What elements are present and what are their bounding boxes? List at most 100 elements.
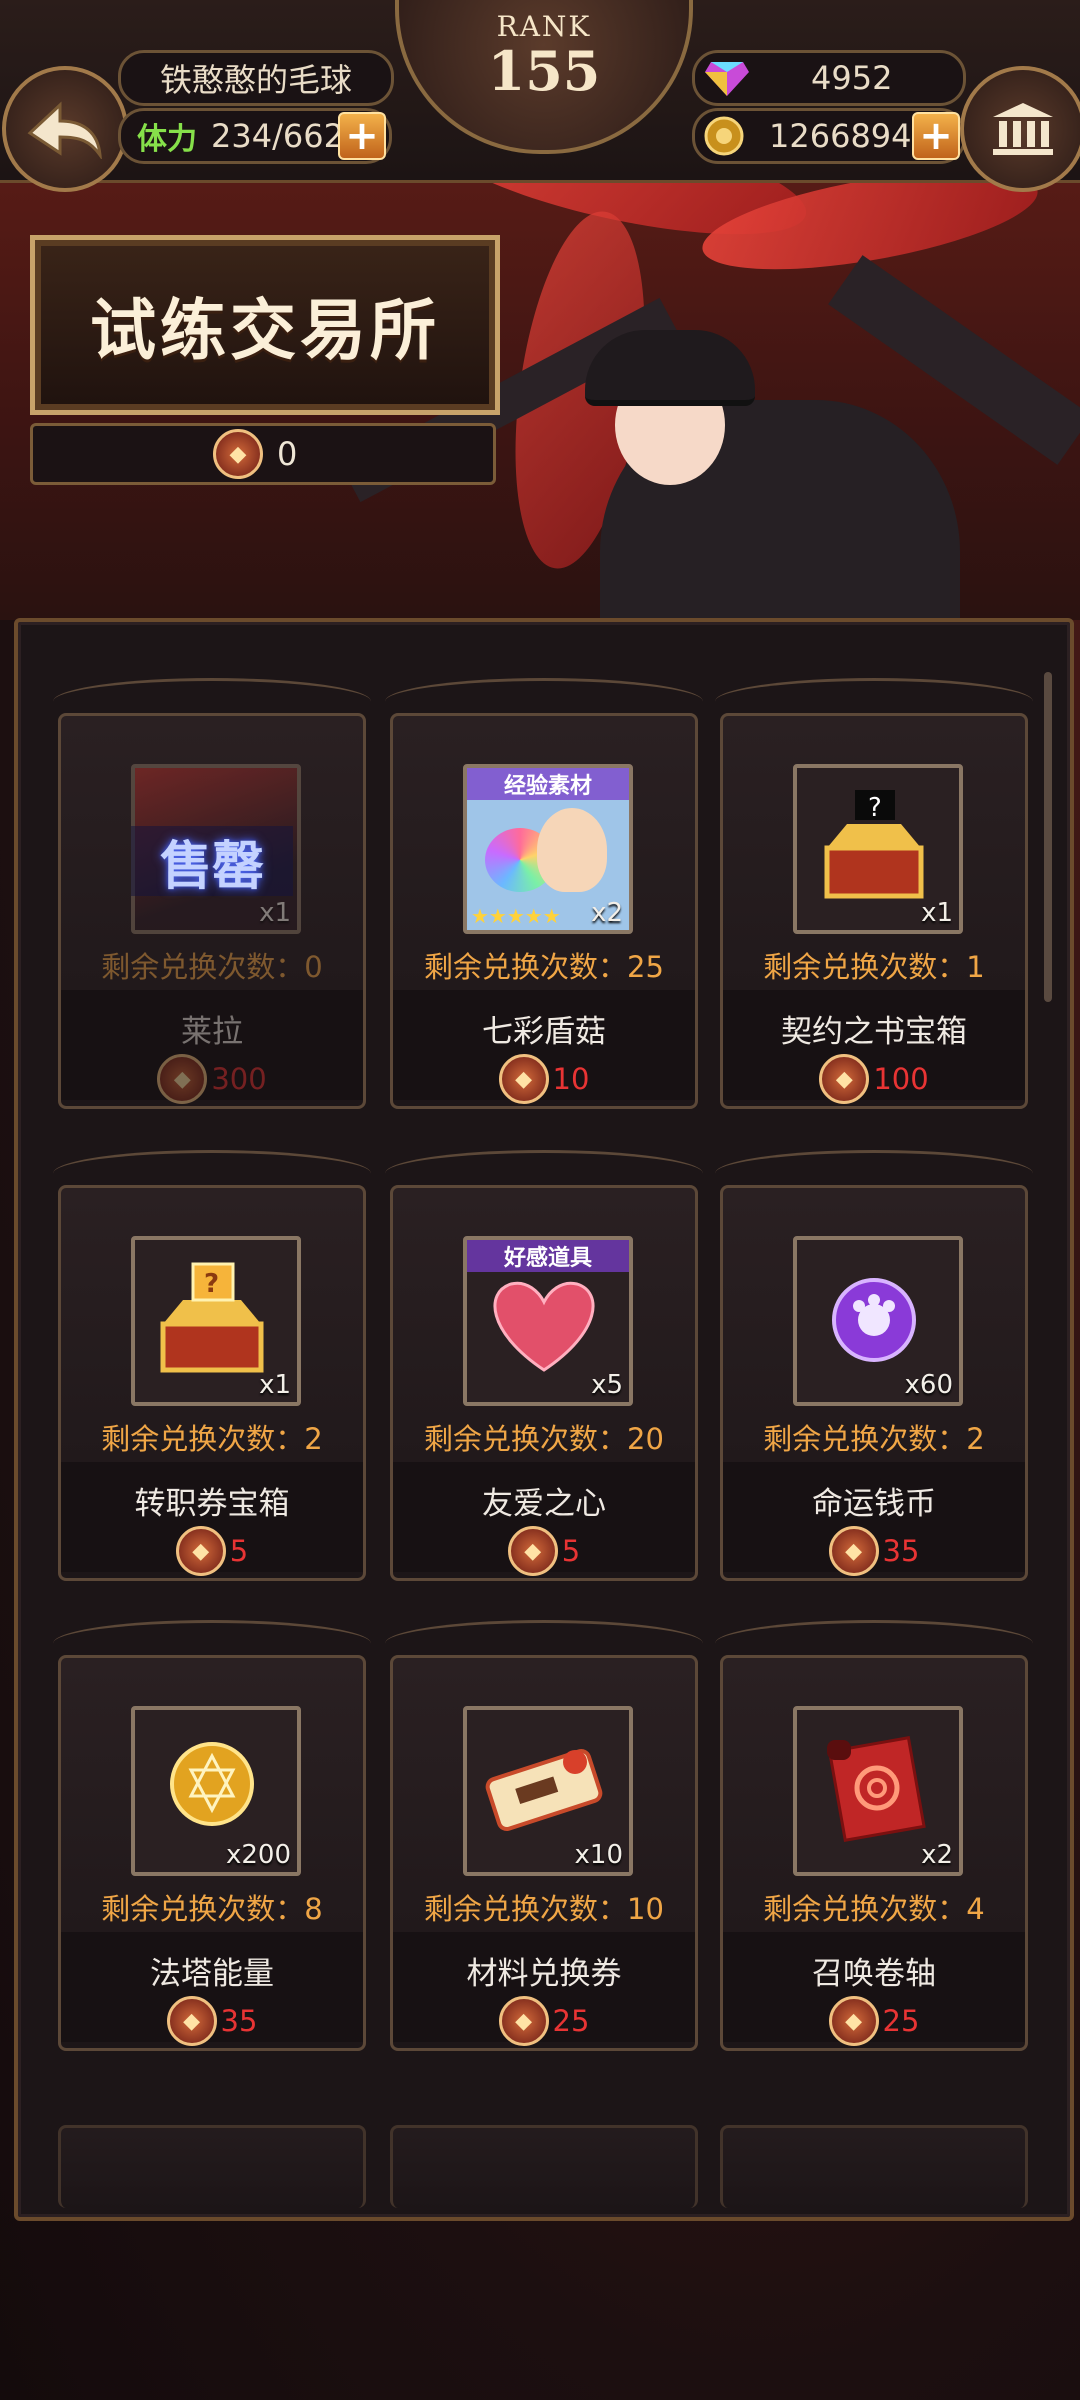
purple-coin-icon: x60 [793,1236,963,1406]
mystery-chest-gold-icon: ? x1 [131,1236,301,1406]
item-stars: ★★★★★ [471,904,561,928]
trial-token-icon: ◆ [175,1526,226,1576]
museum-button[interactable] [960,66,1080,192]
trial-token-icon: ◆ [213,429,263,479]
add-gold-button[interactable]: + [912,112,960,160]
remaining-exchanges: 剩余兑换次数：10 [424,1892,664,1926]
trial-token-icon: ◆ [507,1526,558,1576]
trial-token-icon: ◆ [498,1996,549,2046]
sold-out-stamp: 售罄 [131,826,293,897]
remaining-exchanges: 剩余兑换次数：4 [763,1892,985,1926]
price-row: ◆ 5 [393,1526,695,1576]
card-ornament [53,678,371,725]
card-ornament [715,1620,1033,1667]
trial-token-icon: ◆ [498,1054,549,1104]
gold-coin-icon [704,116,744,156]
item-quantity: x200 [225,1840,291,1870]
gem-icon [705,62,749,96]
trial-token-icon: ◆ [819,1054,870,1104]
add-stamina-button[interactable]: + [338,112,386,160]
item-price: 300 [211,1062,267,1096]
item-name: 法塔能量 [150,1956,274,1992]
ticket-icon: x10 [463,1706,633,1876]
item-name: 友爱之心 [482,1486,606,1522]
gem-counter: 4952 [692,50,966,106]
item-name: 召唤卷轴 [812,1956,936,1992]
item-badge: 经验素材 [467,768,629,800]
card-ornament [53,1150,371,1197]
item-quantity: x10 [574,1840,623,1870]
shop-item-card[interactable]: x200 剩余兑换次数：8 法塔能量 ◆ 35 [53,1620,371,2051]
price-row: ◆ 35 [723,1526,1025,1576]
gem-amount: 4952 [811,59,893,97]
remaining-exchanges: 剩余兑换次数：20 [424,1422,664,1456]
player-name-plate: 铁憨憨的毛球 [118,50,394,106]
scrollbar[interactable] [1044,672,1052,1002]
item-price: 100 [873,1062,929,1096]
card-ornament [385,678,703,725]
trial-token-icon: ◆ [166,1996,217,2046]
shop-item-card[interactable]: 经验素材 ★★★★★ x2 剩余兑换次数：25 七彩盾菇 ◆ 10 [385,678,703,1109]
gold-orb-icon: x200 [131,1706,301,1876]
item-price: 5 [561,1534,581,1568]
trial-token-icon: ◆ [828,1526,879,1576]
item-name: 莱拉 [181,1014,243,1050]
museum-building-icon [993,103,1053,155]
svg-text:?: ? [204,1269,219,1299]
item-name: 转职券宝箱 [134,1486,290,1522]
shop-item-card[interactable]: 好感道具 x5 剩余兑换次数：20 友爱之心 ◆ 5 [385,1150,703,1581]
item-quantity: x2 [921,1840,953,1870]
stamina-value: 234/662 [211,117,344,155]
price-row: ◆ 300 [61,1054,363,1104]
back-arrow-icon [27,101,102,159]
trial-token-icon: ◆ [828,1996,879,2046]
remaining-exchanges: 剩余兑换次数：1 [763,950,985,984]
item-quantity: x5 [591,1370,623,1400]
card-ornament [385,1620,703,1667]
shop-item-card[interactable]: x10 剩余兑换次数：10 材料兑换券 ◆ 25 [385,1620,703,2051]
item-name: 七彩盾菇 [482,1014,606,1050]
item-name: 材料兑换券 [466,1956,622,1992]
price-row: ◆ 35 [61,1996,363,2046]
shop-item-card[interactable]: x60 剩余兑换次数：2 命运钱币 ◆ 35 [715,1150,1033,1581]
shop-item-card-partial[interactable] [390,2125,698,2208]
item-price: 10 [552,1062,590,1096]
item-quantity: x1 [259,898,291,928]
trial-token-counter: ◆ 0 [30,423,496,485]
price-row: ◆ 5 [61,1526,363,1576]
red-scroll-icon: x2 [793,1706,963,1876]
item-price: 25 [882,2004,920,2038]
remaining-exchanges: 剩余兑换次数：2 [101,1422,323,1456]
item-badge: 好感道具 [467,1240,629,1272]
shop-item-card[interactable]: ? x1 剩余兑换次数：1 契约之书宝箱 ◆ 100 [715,678,1033,1109]
shop-item-card[interactable]: x1 售罄剩余兑换次数：0 莱拉 ◆ 300 [53,678,371,1109]
item-quantity: x60 [904,1370,953,1400]
remaining-exchanges: 剩余兑换次数：25 [424,950,664,984]
shop-title-plaque: 试练交易所 [30,235,500,415]
price-row: ◆ 10 [393,1054,695,1104]
shop-title: 试练交易所 [90,291,440,369]
price-row: ◆ 25 [723,1996,1025,2046]
shop-item-card[interactable]: ? x1 剩余兑换次数：2 转职券宝箱 ◆ 5 [53,1150,371,1581]
card-ornament [53,1620,371,1667]
item-name: 契约之书宝箱 [781,1014,967,1050]
back-button[interactable] [2,66,128,192]
remaining-exchanges: 剩余兑换次数：0 [101,950,323,984]
trial-token-amount: 0 [277,435,298,473]
item-quantity: x2 [591,898,623,928]
shop-item-card-partial[interactable] [58,2125,366,2208]
shop-item-card[interactable]: x2 剩余兑换次数：4 召唤卷轴 ◆ 25 [715,1620,1033,2051]
card-ornament [715,1150,1033,1197]
price-row: ◆ 100 [723,1054,1025,1104]
gold-amount: 1266894 [769,117,912,155]
card-ornament [385,1150,703,1197]
remaining-exchanges: 剩余兑换次数：2 [763,1422,985,1456]
item-quantity: x1 [259,1370,291,1400]
svg-text:?: ? [868,793,882,823]
item-price: 35 [220,2004,258,2038]
item-quantity: x1 [921,898,953,928]
stamina-label: 体力 [137,122,197,157]
heart-icon: 好感道具 x5 [463,1236,633,1406]
shop-item-card-partial[interactable] [720,2125,1028,2208]
item-price: 5 [229,1534,249,1568]
